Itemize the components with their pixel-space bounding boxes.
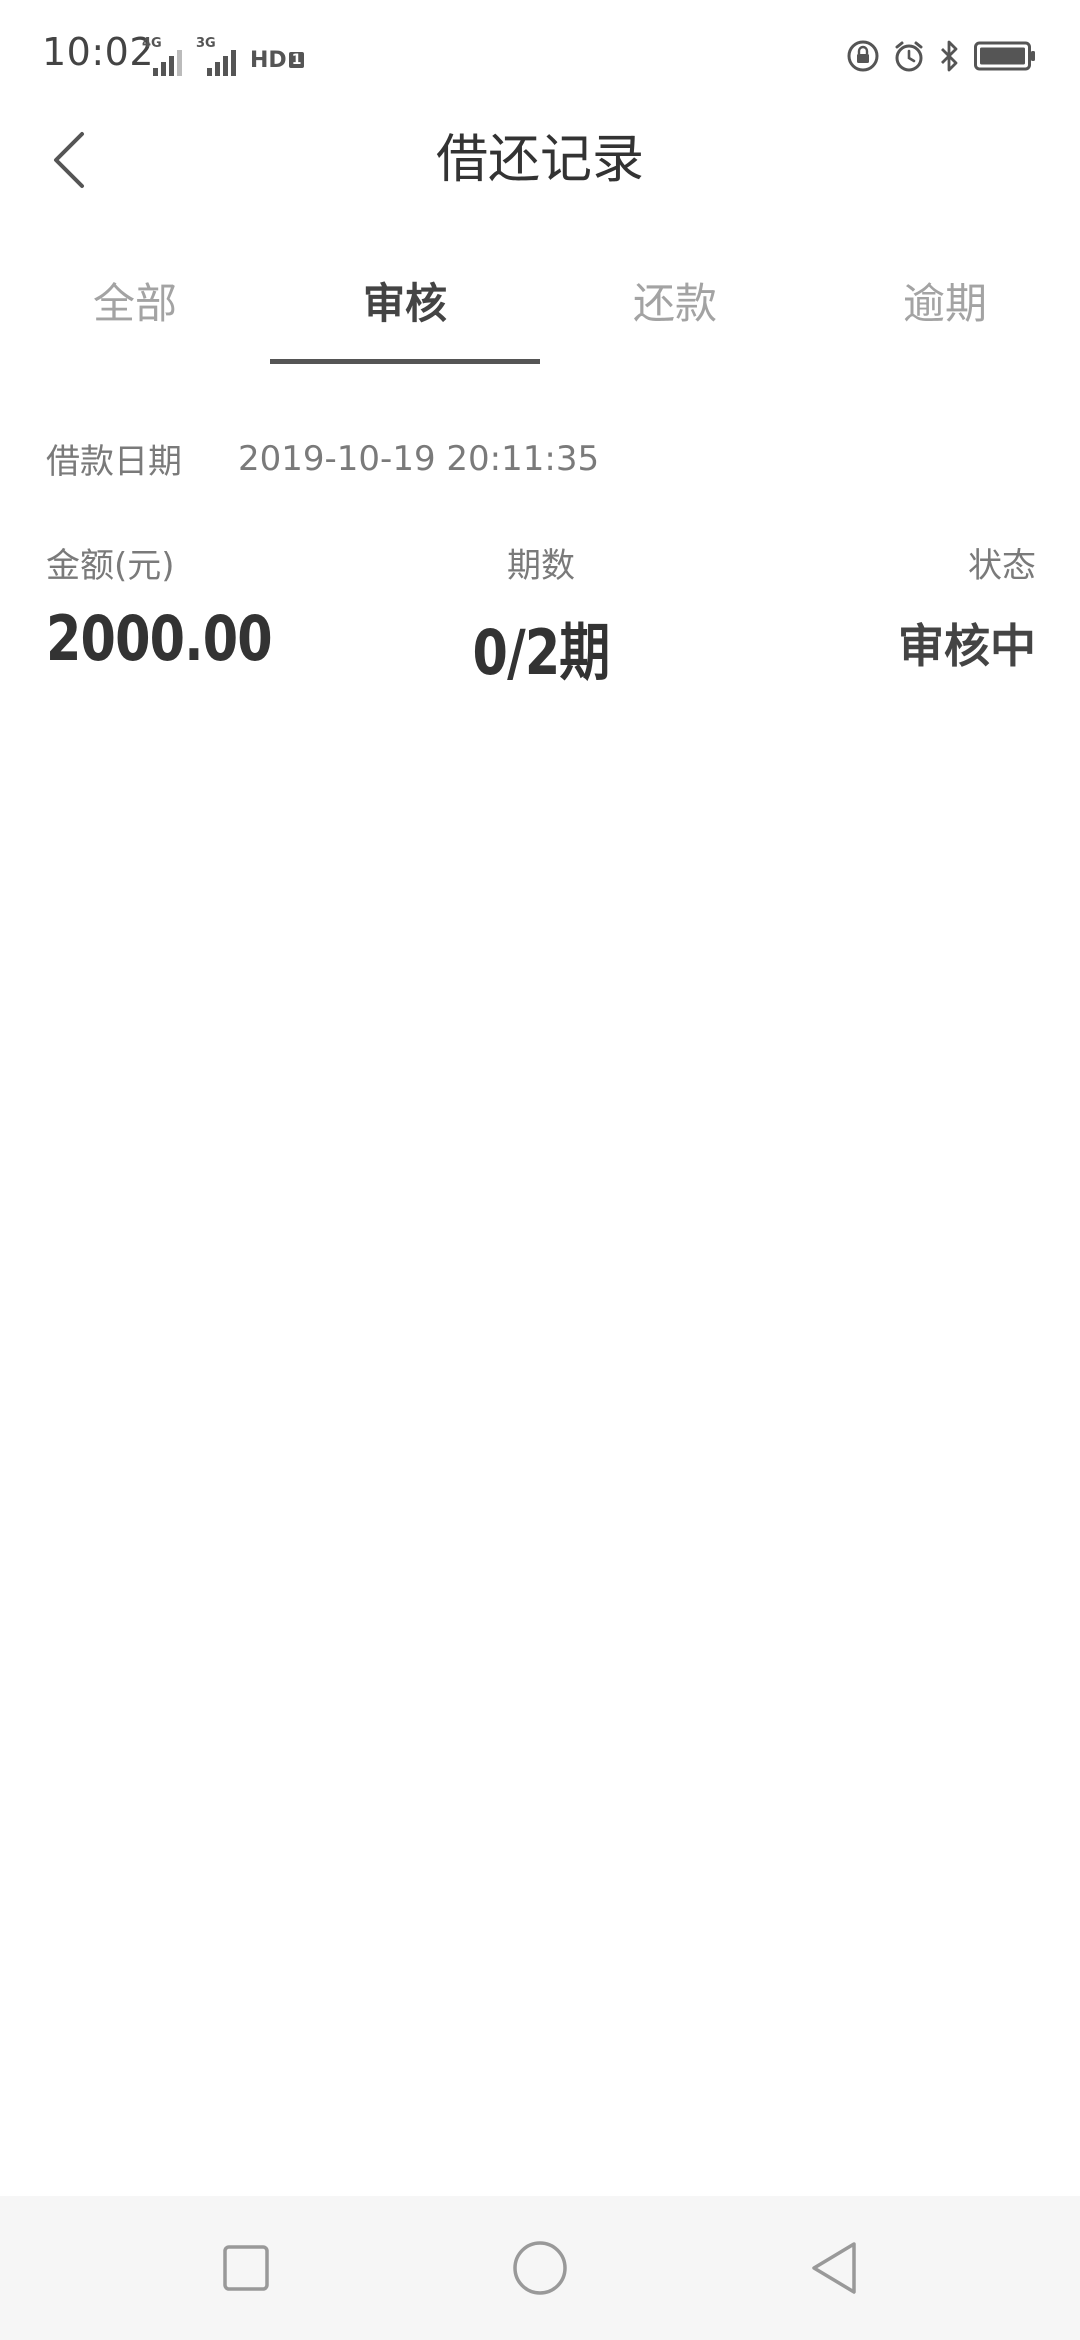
loan-record-item[interactable]: 借款日期 2019-10-19 20:11:35 金额(元) 2000.00 期… [0,364,1080,724]
periods-value: 0/2期 [472,616,611,689]
tab-repayment[interactable]: 还款 [540,240,810,364]
tab-overdue[interactable]: 逾期 [810,240,1080,364]
record-tabs: 全部 审核 还款 逾期 [0,240,1080,364]
hd-sub-label: 1 [288,52,305,68]
nav-back-button[interactable] [754,2196,914,2340]
system-nav-bar [0,2196,1080,2340]
battery-icon [974,41,1035,71]
home-circle-icon [513,2241,567,2295]
title-bar: 借还记录 [0,110,1080,210]
signal-3g-icon: 3G [196,36,236,76]
loan-date-value: 2019-10-19 20:11:35 [238,438,600,479]
periods-label: 期数 [507,546,575,586]
bluetooth-icon [941,40,958,72]
screen-lock-icon [847,40,879,72]
status-label: 状态 [968,546,1036,586]
back-triangle-icon [812,2242,856,2294]
status-value: 审核中 [898,619,1036,673]
signal-4g-icon: 4G [142,36,182,76]
signal-3g-label: 3G [196,36,216,51]
loan-date-label: 借款日期 [46,442,182,482]
signal-4g-label: 4G [142,36,162,51]
status-network-icons: 4G 3G HD 1 [142,36,305,76]
tab-review[interactable]: 审核 [270,240,540,364]
record-details: 金额(元) 2000.00 期数 0/2期 状态 审核中 [46,544,1036,694]
recents-button[interactable] [166,2196,326,2340]
alarm-icon [895,41,923,72]
hd-label: HD [250,47,287,73]
home-button[interactable] [460,2196,620,2340]
recents-square-icon [223,2245,269,2291]
page-title: 借还记录 [435,130,644,190]
status-system-icons [846,38,1036,74]
hd-voice-icon: HD 1 [250,44,305,76]
tab-all[interactable]: 全部 [0,240,270,364]
status-column: 状态 审核中 [898,544,1036,676]
status-bar: 10:02 4G 3G HD 1 [0,0,1080,110]
periods-column: 期数 0/2期 [46,544,1036,692]
status-time: 10:02 [42,30,155,74]
loan-date-row: 借款日期 2019-10-19 20:11:35 [46,434,599,483]
